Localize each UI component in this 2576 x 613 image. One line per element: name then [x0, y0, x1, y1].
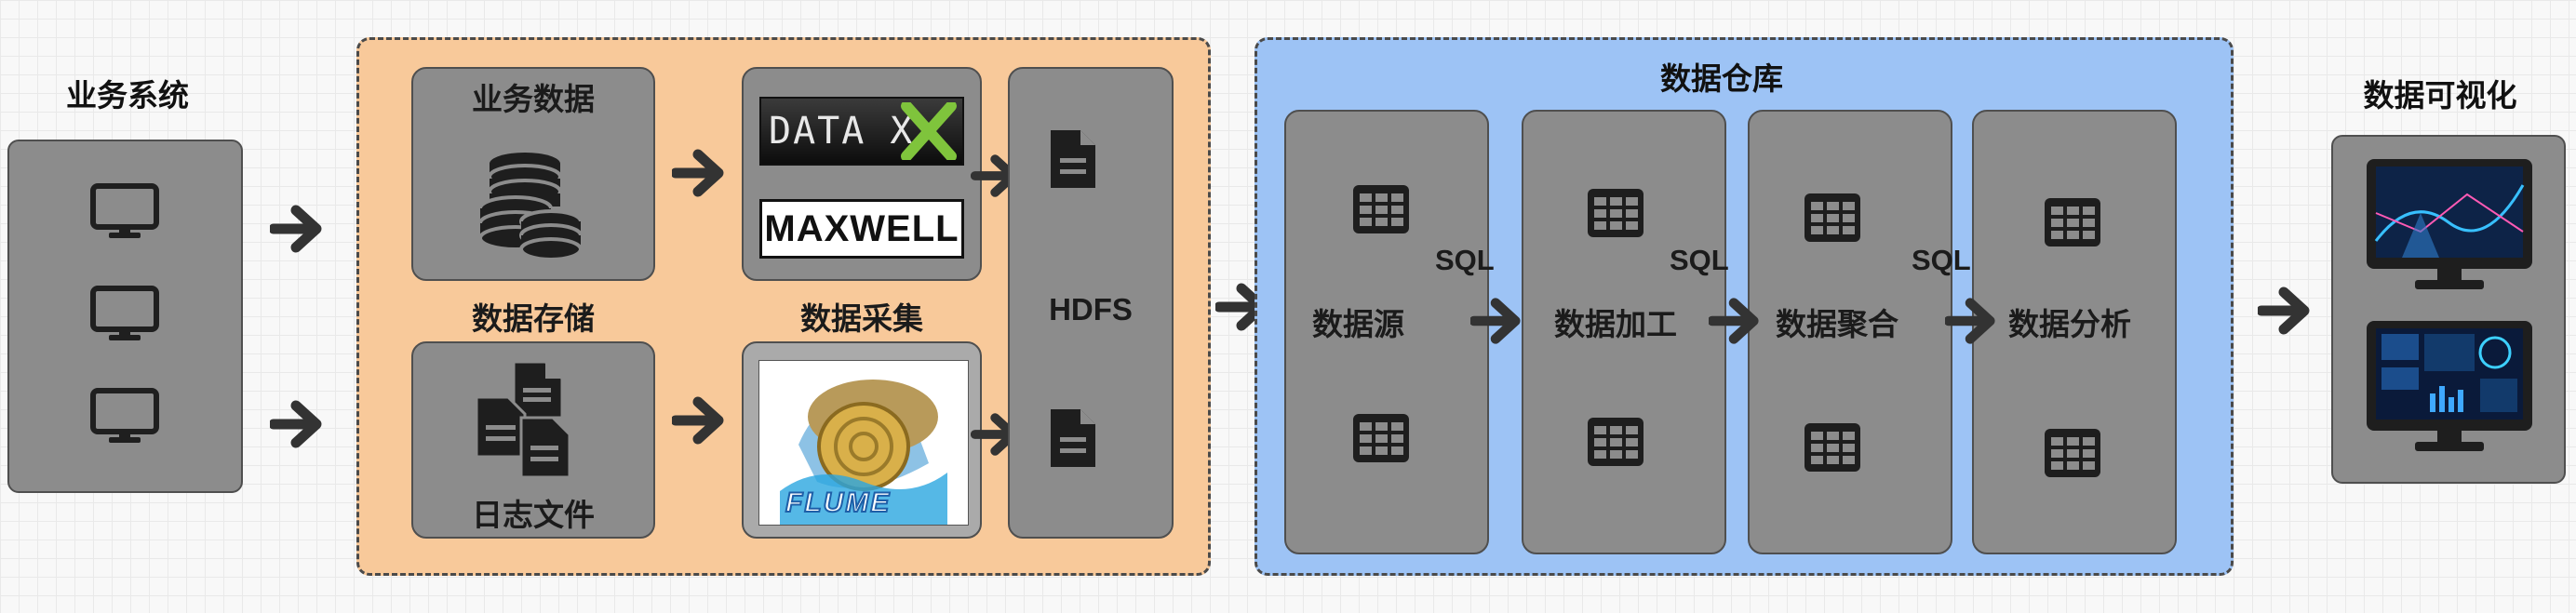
arrow-right-icon: [1945, 298, 1995, 344]
arrow-right-icon: [1470, 298, 1521, 344]
table-icon: [1805, 193, 1860, 242]
table-icon: [1588, 418, 1644, 466]
stage-label-source: 数据源: [1312, 307, 1404, 341]
gather-label: 数据采集: [800, 301, 923, 336]
file-icon: [1051, 409, 1095, 467]
biz-data-label: 业务数据: [472, 82, 595, 116]
hdfs-label: HDFS: [1049, 292, 1133, 326]
arrow-right-icon: [270, 205, 322, 253]
arrow-right-icon: [672, 149, 724, 197]
viz-title: 数据可视化: [2363, 78, 2517, 113]
log-files-label: 日志文件: [472, 498, 595, 532]
arrow-right-icon: [672, 396, 724, 445]
monitor-icon: [90, 388, 159, 443]
datax-x-mark-icon: [901, 102, 957, 160]
monitor-icon: [90, 286, 159, 340]
table-icon: [1805, 423, 1860, 472]
monitor-icon: [90, 183, 159, 238]
table-icon: [2045, 198, 2100, 247]
biz-system-title: 业务系统: [66, 78, 189, 113]
datax-maxwell-box[interactable]: DATA X MAXWELL: [742, 67, 982, 281]
dashboard-monitor-icon: [2367, 321, 2532, 451]
sql-label: SQL: [1435, 244, 1495, 276]
table-icon: [1353, 185, 1409, 233]
stage-label-processing: 数据加工: [1554, 307, 1677, 341]
biz-data-box[interactable]: 业务数据: [411, 67, 655, 281]
documents-icon: [475, 360, 571, 479]
arrow-right-icon: [1709, 298, 1759, 344]
table-icon: [1353, 414, 1409, 462]
table-icon: [1588, 189, 1644, 237]
warehouse-title: 数据仓库: [1660, 61, 1783, 96]
flume-box[interactable]: FLUME: [742, 341, 982, 539]
dashboard-monitor-icon: [2367, 159, 2532, 289]
stage-label-aggregation: 数据聚合: [1776, 307, 1898, 341]
datax-logo-text: DATA X: [769, 110, 915, 153]
hdfs-box[interactable]: HDFS: [1008, 67, 1174, 539]
flume-logo-text: FLUME: [785, 486, 892, 519]
maxwell-logo-text: MAXWELL: [764, 207, 959, 249]
stage-label-analysis: 数据分析: [2008, 307, 2131, 341]
sql-label: SQL: [1912, 244, 1971, 276]
sql-label: SQL: [1670, 244, 1729, 276]
maxwell-logo: MAXWELL: [759, 199, 964, 259]
table-icon: [2045, 429, 2100, 477]
flume-logo: FLUME: [758, 360, 969, 526]
biz-system-box[interactable]: [7, 140, 243, 493]
database-coins-icon: [478, 153, 583, 261]
datax-logo: DATA X: [759, 97, 964, 166]
arrow-right-icon: [270, 400, 322, 448]
log-files-box[interactable]: 日志文件: [411, 341, 655, 539]
storage-label: 数据存储: [472, 301, 595, 336]
arrow-right-icon: [2258, 287, 2310, 335]
viz-box[interactable]: [2331, 135, 2566, 484]
file-icon: [1051, 130, 1095, 188]
